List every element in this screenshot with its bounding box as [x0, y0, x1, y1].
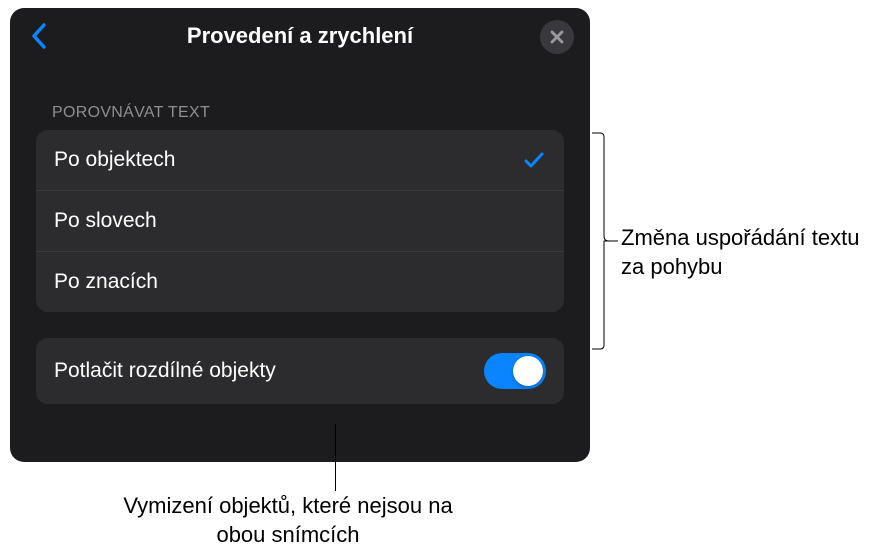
option-by-characters[interactable]: Po znacích	[36, 252, 564, 312]
back-button[interactable]	[28, 22, 50, 50]
fade-unmatched-toggle[interactable]	[484, 353, 546, 389]
toggle-knob	[513, 356, 543, 386]
callout-right: Změna uspořádání textu za pohybu	[621, 224, 878, 281]
close-button[interactable]	[540, 20, 574, 54]
toggle-group: Potlačit rozdílné objekty	[36, 338, 564, 404]
text-match-options: Po objektech Po slovech Po znacích	[36, 130, 564, 312]
option-by-objects[interactable]: Po objektech	[36, 130, 564, 191]
chevron-left-icon	[30, 22, 48, 50]
callout-line-bottom	[335, 424, 336, 491]
fade-unmatched-row[interactable]: Potlačit rozdílné objekty	[36, 338, 564, 404]
callout-bracket-right	[592, 132, 618, 350]
option-label: Po znacích	[54, 270, 158, 294]
settings-panel: Provedení a zrychlení Porovnávat text Po…	[10, 8, 590, 462]
option-label: Po slovech	[54, 209, 157, 233]
option-label: Po objektech	[54, 148, 175, 172]
option-by-words[interactable]: Po slovech	[36, 191, 564, 252]
spacer	[10, 312, 590, 338]
close-icon	[549, 29, 565, 45]
checkmark-icon	[522, 148, 546, 172]
toggle-label: Potlačit rozdílné objekty	[54, 359, 276, 383]
panel-title: Provedení a zrychlení	[187, 23, 413, 49]
callout-bottom: Vymizení objektů, které nejsou na obou s…	[98, 492, 478, 549]
section-header: Porovnávat text	[10, 64, 590, 130]
panel-header: Provedení a zrychlení	[10, 8, 590, 64]
